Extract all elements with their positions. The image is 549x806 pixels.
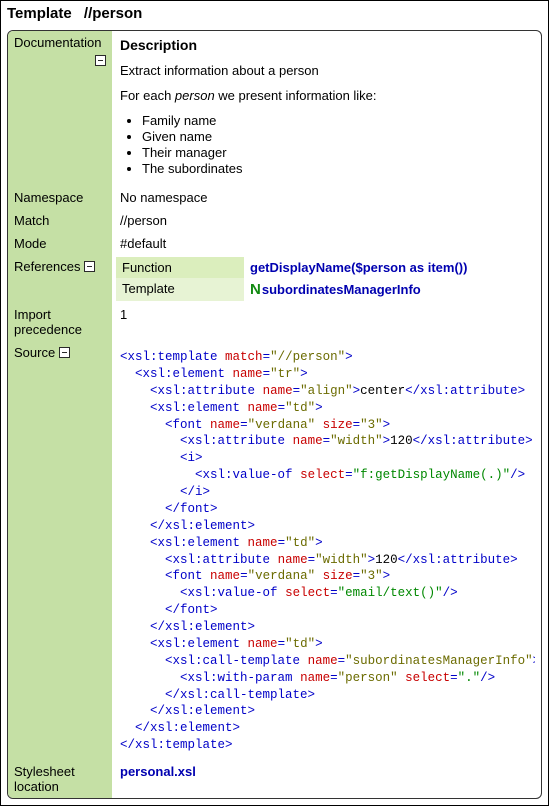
source-code: <xsl:template match="//person"> <xsl:ele… <box>120 349 535 754</box>
list-item: Their manager <box>142 145 535 160</box>
label-text-documentation: Documentation <box>14 35 101 50</box>
references-table: Function getDisplayName($person as item(… <box>116 257 535 301</box>
row-label-import: Import precedence <box>8 303 112 341</box>
content-panel: Documentation Description Extract inform… <box>7 30 542 799</box>
title-name: //person <box>84 5 142 22</box>
row-content-source: <xsl:template match="//person"> <xsl:ele… <box>112 341 541 760</box>
template-doc-panel: Template //person Documentation Descript… <box>0 0 549 806</box>
template-n-icon: N <box>250 281 261 298</box>
ref-key-function: Function <box>116 257 244 278</box>
label-text-source: Source <box>14 345 55 360</box>
collapse-icon[interactable] <box>95 55 106 66</box>
list-item: Family name <box>142 113 535 128</box>
row-value-namespace: No namespace <box>112 186 541 209</box>
row-value-match: //person <box>112 209 541 232</box>
row-label-documentation: Documentation <box>8 31 112 186</box>
row-label-source: Source <box>8 341 112 760</box>
list-item: The subordinates <box>142 161 535 176</box>
ref-val-function: getDisplayName($person as item()) <box>244 257 535 278</box>
row-content-references: Function getDisplayName($person as item(… <box>112 255 541 303</box>
row-value-import: 1 <box>112 303 541 341</box>
ref-key-template: Template <box>116 278 244 301</box>
collapse-icon[interactable] <box>59 347 70 358</box>
ref-val-template: NsubordinatesManagerInfo <box>244 278 535 301</box>
stylesheet-link[interactable]: personal.xsl <box>120 764 196 779</box>
description-list: Family name Given name Their manager The… <box>120 113 535 176</box>
row-label-stylesheet: Stylesheet location <box>8 760 112 798</box>
template-link[interactable]: subordinatesManagerInfo <box>262 282 421 297</box>
properties-table: Documentation Description Extract inform… <box>8 31 541 798</box>
label-text-references: References <box>14 259 80 274</box>
row-label-references: References <box>8 255 112 303</box>
collapse-icon[interactable] <box>84 261 95 272</box>
list-item: Given name <box>142 129 535 144</box>
row-label-namespace: Namespace <box>8 186 112 209</box>
description-line1: Extract information about a person <box>120 63 535 78</box>
description-heading: Description <box>120 37 535 53</box>
description-line2: For each person we present information l… <box>120 88 535 103</box>
row-value-stylesheet: personal.xsl <box>112 760 541 798</box>
row-value-mode: #default <box>112 232 541 255</box>
panel-title: Template //person <box>7 5 542 26</box>
row-label-mode: Mode <box>8 232 112 255</box>
title-type: Template <box>7 5 72 22</box>
row-label-match: Match <box>8 209 112 232</box>
row-content-documentation: Description Extract information about a … <box>112 31 541 186</box>
function-link[interactable]: getDisplayName($person as item()) <box>250 260 467 275</box>
